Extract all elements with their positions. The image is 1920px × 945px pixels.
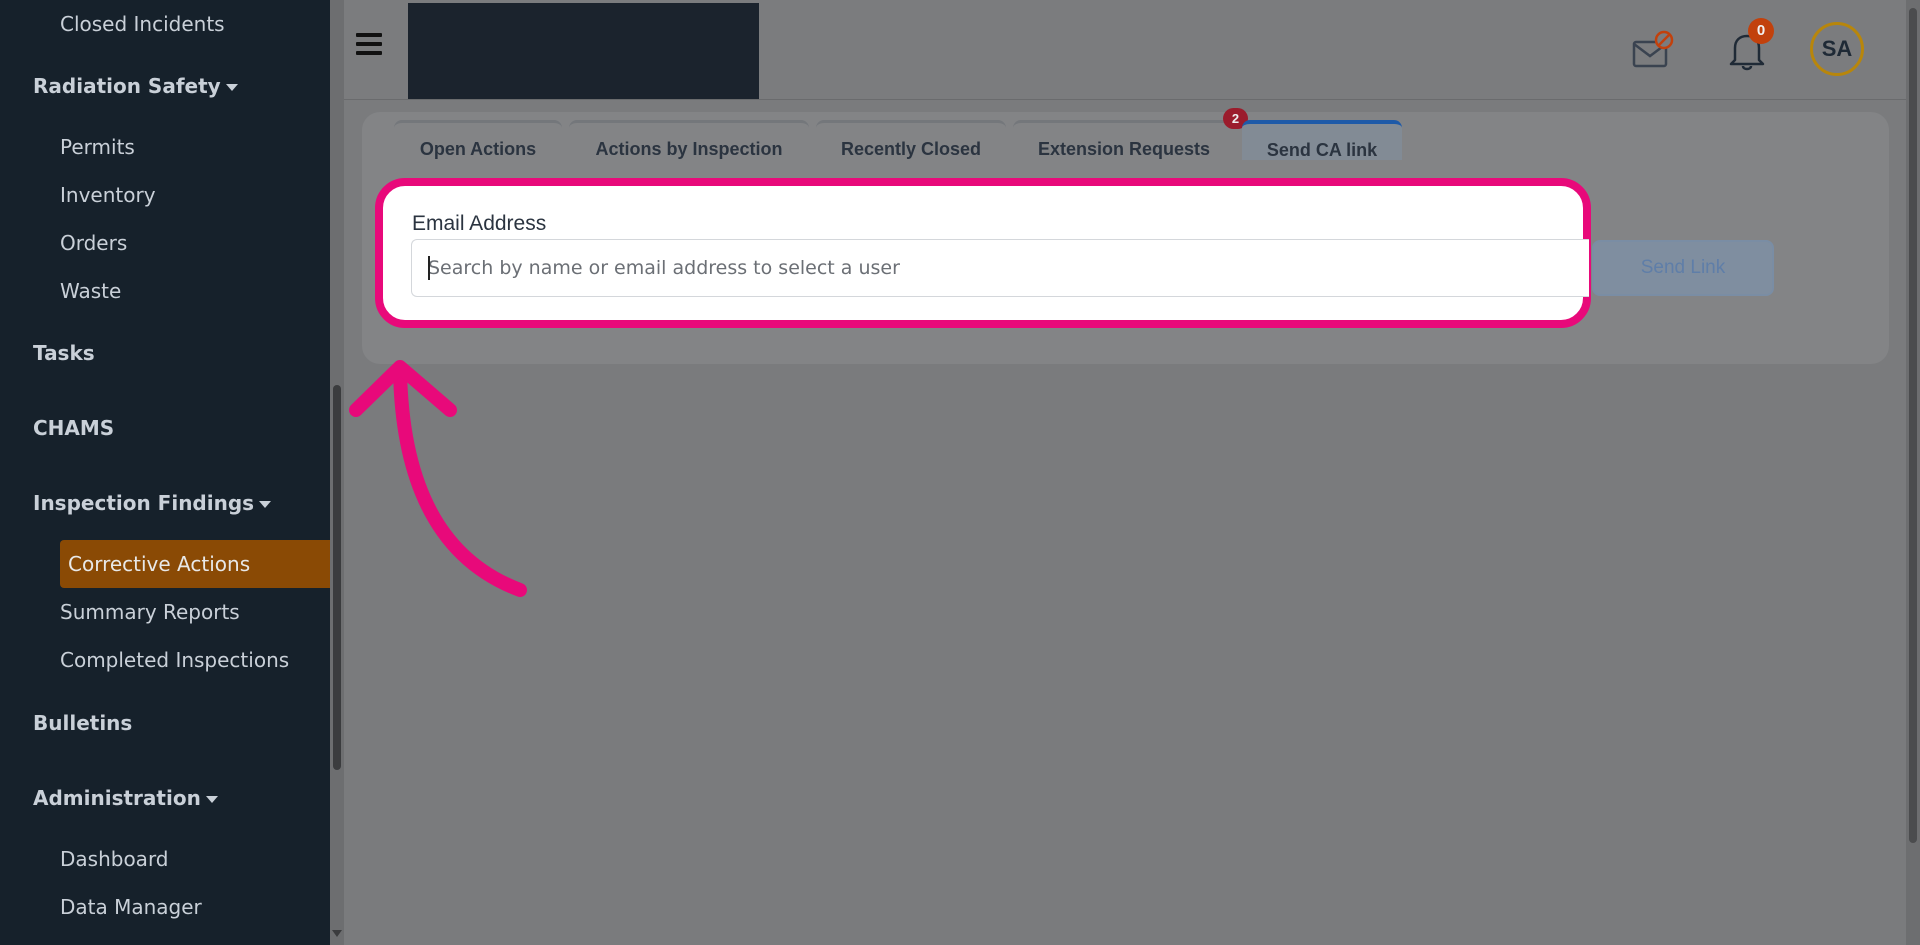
sidebar-item-completed-inspections[interactable]: Completed Inspections xyxy=(60,648,289,672)
tab-extension-requests[interactable]: Extension Requests xyxy=(1013,120,1235,160)
sidebar-item-summary-reports[interactable]: Summary Reports xyxy=(60,600,240,624)
scroll-down-arrow-icon[interactable] xyxy=(332,930,342,937)
sidebar-item-bulletins[interactable]: Bulletins xyxy=(33,711,132,735)
caret-down-icon xyxy=(205,796,218,803)
logo xyxy=(408,3,759,99)
sidebar-item-corrective-actions[interactable]: Corrective Actions xyxy=(68,552,250,576)
sidebar-item-waste[interactable]: Waste xyxy=(60,279,121,303)
sidebar-item-closed-incidents[interactable]: Closed Incidents xyxy=(60,12,225,36)
sidebar-section-administration[interactable]: Administration xyxy=(33,786,218,810)
text-cursor xyxy=(428,256,430,280)
tab-open-actions[interactable]: Open Actions xyxy=(394,120,562,160)
sidebar-item-permits[interactable]: Permits xyxy=(60,135,135,159)
sidebar-item-orders[interactable]: Orders xyxy=(60,231,127,255)
sidebar-section-radiation-safety[interactable]: Radiation Safety xyxy=(33,74,238,98)
notification-count-badge: 0 xyxy=(1748,18,1774,44)
mail-blocked-icon[interactable] xyxy=(1632,30,1674,70)
sidebar-section-inspection-findings[interactable]: Inspection Findings xyxy=(33,491,272,515)
caret-down-icon xyxy=(259,501,272,508)
sidebar-section-label: Inspection Findings xyxy=(33,491,255,515)
sidebar-section-label: Administration xyxy=(33,786,201,810)
email-search-input[interactable] xyxy=(411,239,1589,297)
tab-send-ca-link[interactable]: Send CA link xyxy=(1242,120,1402,160)
sidebar: Closed Incidents Radiation Safety Permit… xyxy=(0,0,330,945)
email-address-label: Email Address xyxy=(412,212,547,235)
sidebar-item-chams[interactable]: CHAMS xyxy=(33,416,114,440)
tab-recently-closed[interactable]: Recently Closed xyxy=(816,120,1006,160)
sidebar-item-data-manager[interactable]: Data Manager xyxy=(60,895,202,919)
annotation-arrow-icon xyxy=(349,360,527,597)
hamburger-menu-icon[interactable] xyxy=(356,33,382,55)
avatar[interactable]: SA xyxy=(1810,22,1864,76)
tab-actions-by-inspection[interactable]: Actions by Inspection xyxy=(569,120,809,160)
sidebar-item-tasks[interactable]: Tasks xyxy=(33,341,95,365)
sidebar-item-inventory[interactable]: Inventory xyxy=(60,183,156,207)
page-scrollbar-thumb[interactable] xyxy=(1909,8,1917,843)
send-link-button[interactable]: Send Link xyxy=(1592,240,1774,296)
sidebar-section-label: Radiation Safety xyxy=(33,74,221,98)
sidebar-item-dashboard[interactable]: Dashboard xyxy=(60,847,169,871)
caret-down-icon xyxy=(225,84,238,91)
